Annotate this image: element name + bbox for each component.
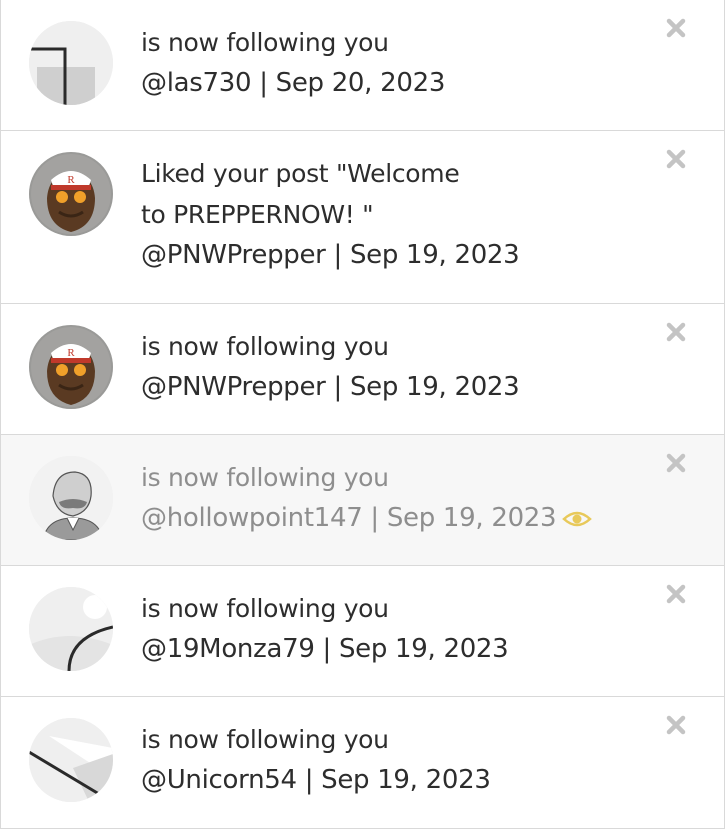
- username-link[interactable]: @PNWPrepper: [141, 372, 326, 402]
- notification-date: Sep 19, 2023: [349, 372, 520, 402]
- close-icon[interactable]: [664, 713, 688, 737]
- avatar[interactable]: [29, 456, 113, 540]
- separator: |: [325, 372, 350, 402]
- notification-item[interactable]: R is now following you @PNWPrepper | Sep…: [0, 304, 725, 435]
- close-icon[interactable]: [664, 147, 688, 171]
- avatar[interactable]: [29, 587, 113, 671]
- notification-item[interactable]: is now following you @las730 | Sep 20, 2…: [0, 0, 725, 131]
- separator: |: [325, 240, 350, 270]
- notification-item[interactable]: is now following you @19Monza79 | Sep 19…: [0, 566, 725, 697]
- close-icon[interactable]: [664, 16, 688, 40]
- separator: |: [296, 765, 322, 795]
- username-link[interactable]: @Unicorn54: [141, 765, 297, 795]
- svg-text:R: R: [67, 347, 75, 359]
- notification-date: Sep 19, 2023: [349, 240, 520, 270]
- notification-message: Liked your post "Welcome to PREPPERNOW! …: [141, 159, 460, 229]
- notification-message: is now following you: [141, 463, 389, 492]
- close-icon[interactable]: [664, 582, 688, 606]
- separator: |: [314, 634, 339, 664]
- avatar[interactable]: R: [29, 152, 113, 236]
- separator: |: [362, 503, 387, 533]
- notification-meta: @hollowpoint147 | Sep 19, 2023: [141, 498, 634, 539]
- notification-meta: @las730 | Sep 20, 2023: [141, 63, 634, 104]
- notification-content: is now following you @19Monza79 | Sep 19…: [141, 566, 634, 670]
- notification-date: Sep 19, 2023: [386, 503, 557, 533]
- close-icon[interactable]: [664, 320, 688, 344]
- notification-content: is now following you @PNWPrepper | Sep 1…: [141, 304, 634, 408]
- username-link[interactable]: @PNWPrepper: [141, 240, 326, 270]
- notification-content: is now following you @las730 | Sep 20, 2…: [141, 0, 634, 104]
- username-link[interactable]: @las730: [141, 68, 252, 98]
- notification-meta: @PNWPrepper | Sep 19, 2023: [141, 367, 634, 408]
- notification-content: is now following you @Unicorn54 | Sep 19…: [141, 697, 634, 801]
- notification-list: is now following you @las730 | Sep 20, 2…: [0, 0, 725, 829]
- notification-item[interactable]: R Liked your post "Welcome to PREPPERNOW…: [0, 131, 725, 304]
- notification-message: is now following you: [141, 28, 389, 57]
- username-link[interactable]: @19Monza79: [141, 634, 315, 664]
- username-link[interactable]: @hollowpoint147: [141, 503, 363, 533]
- notification-meta: @PNWPrepper | Sep 19, 2023: [141, 235, 634, 276]
- avatar[interactable]: [29, 718, 113, 802]
- notification-meta: @Unicorn54 | Sep 19, 2023: [141, 760, 634, 801]
- notification-date: Sep 19, 2023: [321, 765, 491, 795]
- notification-content: is now following you @hollowpoint147 | S…: [141, 435, 634, 539]
- separator: |: [251, 68, 276, 98]
- notification-item[interactable]: is now following you @hollowpoint147 | S…: [0, 435, 725, 566]
- avatar[interactable]: R: [29, 325, 113, 409]
- notification-message: is now following you: [141, 332, 389, 361]
- close-icon[interactable]: [664, 451, 688, 475]
- notification-message: is now following you: [141, 594, 389, 623]
- notification-message: is now following you: [141, 725, 389, 754]
- svg-text:R: R: [67, 174, 75, 186]
- notification-date: Sep 19, 2023: [338, 634, 509, 664]
- notification-meta: @19Monza79 | Sep 19, 2023: [141, 629, 634, 670]
- notification-date: Sep 20, 2023: [275, 68, 446, 98]
- eye-icon: [562, 509, 593, 529]
- avatar[interactable]: [29, 21, 113, 105]
- notification-item[interactable]: is now following you @Unicorn54 | Sep 19…: [0, 697, 725, 829]
- notification-content: Liked your post "Welcome to PREPPERNOW! …: [141, 131, 634, 276]
